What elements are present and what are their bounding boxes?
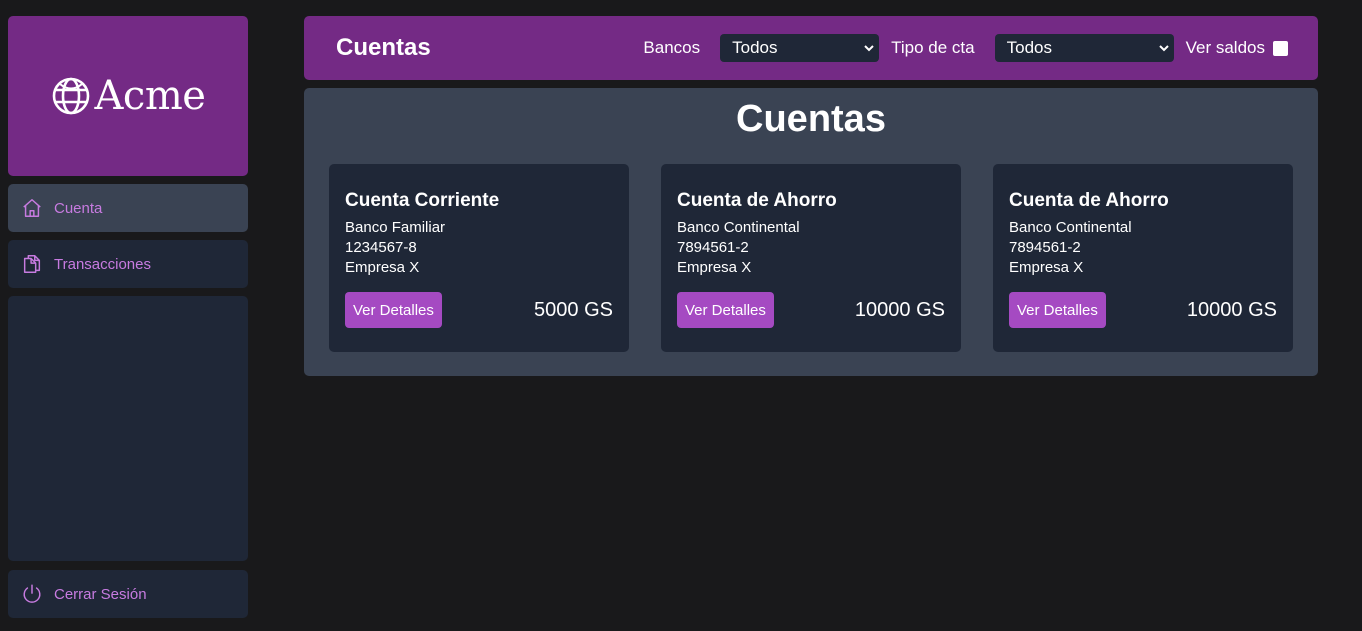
- ver-detalles-button[interactable]: Ver Detalles: [345, 292, 442, 328]
- account-type: Cuenta de Ahorro: [677, 190, 837, 211]
- account-number: 7894561-2: [677, 239, 749, 256]
- account-holder: Empresa X: [345, 259, 420, 276]
- bancos-select[interactable]: Todos: [720, 34, 880, 62]
- account-bank: Banco Continental: [1009, 219, 1132, 236]
- chevron-down-icon: [1158, 42, 1170, 54]
- sidebar-item-transacciones[interactable]: Transacciones: [8, 240, 248, 288]
- account-balance: 10000 GS: [854, 298, 945, 321]
- ver-detalles-button[interactable]: Ver Detalles: [677, 292, 774, 328]
- account-card: Cuenta de Ahorro Banco Continental 78945…: [661, 164, 961, 352]
- brand-name: Acme: [94, 73, 206, 119]
- logout-label: Cerrar Sesión: [54, 585, 147, 603]
- bancos-select-value: Todos: [732, 38, 778, 57]
- account-card: Cuenta Corriente Banco Familiar 1234567-…: [329, 164, 629, 352]
- account-holder: Empresa X: [1009, 259, 1084, 276]
- page-title: Cuentas: [336, 34, 431, 61]
- filters-bar: Bancos Todos Tipo de cta Todos Ver saldo…: [643, 34, 1318, 62]
- tipo-cta-label: Tipo de cta: [891, 38, 975, 57]
- panel-title: Cuentas: [736, 98, 886, 140]
- page-header: Cuentas Bancos Todos Tipo de cta Todos V…: [304, 16, 1318, 80]
- ver-saldos-checkbox[interactable]: [1273, 40, 1288, 56]
- power-icon: [20, 582, 44, 606]
- globe-icon: [51, 76, 91, 116]
- account-holder: Empresa X: [677, 259, 752, 276]
- logout-button[interactable]: Cerrar Sesión: [8, 570, 248, 618]
- home-icon: [20, 196, 44, 220]
- account-balance: 10000 GS: [1186, 298, 1277, 321]
- tipo-cta-select-value: Todos: [1006, 38, 1052, 57]
- brand-logo: Acme: [8, 16, 248, 176]
- tipo-cta-select[interactable]: Todos: [994, 34, 1174, 62]
- accounts-panel: Cuentas Cuenta Corriente Banco Familiar …: [304, 88, 1318, 376]
- copy-icon: [20, 252, 44, 276]
- account-bank: Banco Familiar: [345, 219, 446, 236]
- account-type: Cuenta de Ahorro: [1009, 190, 1169, 211]
- ver-saldos-label: Ver saldos: [1185, 38, 1265, 57]
- account-balance: 5000 GS: [534, 298, 613, 321]
- account-card: Cuenta de Ahorro Banco Continental 78945…: [993, 164, 1293, 352]
- chevron-down-icon: [863, 42, 875, 54]
- account-number: 1234567-8: [345, 239, 417, 256]
- bancos-label: Bancos: [643, 38, 701, 57]
- sidebar-item-cuenta[interactable]: Cuenta: [8, 184, 248, 232]
- sidebar-item-label: Cuenta: [54, 199, 103, 217]
- sidebar-item-label: Transacciones: [54, 255, 151, 273]
- ver-detalles-button[interactable]: Ver Detalles: [1009, 292, 1106, 328]
- account-number: 7894561-2: [1009, 239, 1081, 256]
- account-bank: Banco Continental: [677, 219, 800, 236]
- account-type: Cuenta Corriente: [345, 190, 500, 211]
- sidebar-empty-panel: [8, 296, 248, 561]
